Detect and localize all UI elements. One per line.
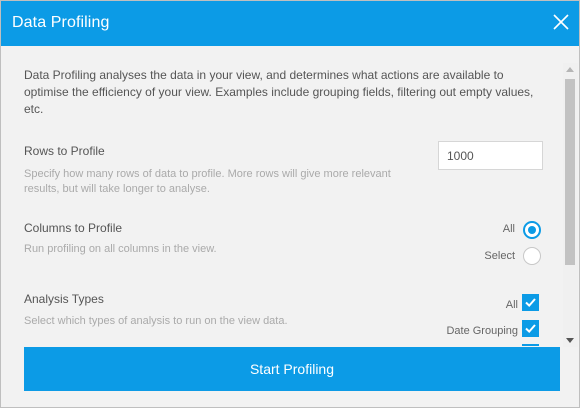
data-profiling-dialog: Data Profiling Data Profiling analyses t… bbox=[0, 0, 580, 408]
analysis-types-title: Analysis Types bbox=[24, 292, 104, 306]
dialog-title: Data Profiling bbox=[12, 14, 110, 31]
analysis-all-label: All bbox=[505, 299, 518, 311]
scroll-down-icon[interactable] bbox=[566, 338, 574, 343]
scrollbar-thumb[interactable] bbox=[565, 79, 575, 265]
rows-to-profile-description: Specify how many rows of data to profile… bbox=[24, 168, 391, 195]
checkmark-icon bbox=[525, 298, 536, 308]
columns-to-profile-title: Columns to Profile bbox=[24, 221, 123, 235]
analysis-date-grouping-label: Date Grouping bbox=[446, 325, 518, 337]
columns-select-radio[interactable] bbox=[523, 247, 541, 265]
dialog-content: Data Profiling analyses the data in your… bbox=[1, 46, 563, 346]
analysis-all-checkbox[interactable] bbox=[522, 294, 539, 311]
start-profiling-button[interactable]: Start Profiling bbox=[24, 347, 560, 391]
analysis-date-grouping-checkbox[interactable] bbox=[522, 320, 539, 337]
rows-to-profile-title: Rows to Profile bbox=[24, 144, 105, 158]
dialog-titlebar: Data Profiling bbox=[1, 1, 579, 46]
checkmark-icon bbox=[525, 324, 536, 334]
analysis-types-description: Select which types of analysis to run on… bbox=[24, 315, 288, 327]
columns-to-profile-description: Run profiling on all columns in the view… bbox=[24, 243, 217, 255]
columns-all-label: All bbox=[502, 223, 515, 235]
scroll-up-icon[interactable] bbox=[566, 67, 574, 72]
next-analysis-checkbox-partial[interactable] bbox=[522, 344, 539, 346]
columns-all-radio[interactable] bbox=[523, 221, 541, 239]
close-icon[interactable] bbox=[551, 12, 571, 32]
rows-to-profile-input[interactable] bbox=[438, 141, 543, 170]
content-scrollbar[interactable] bbox=[563, 63, 578, 347]
intro-text: Data Profiling analyses the data in your… bbox=[24, 68, 534, 116]
columns-select-label: Select bbox=[484, 250, 515, 262]
